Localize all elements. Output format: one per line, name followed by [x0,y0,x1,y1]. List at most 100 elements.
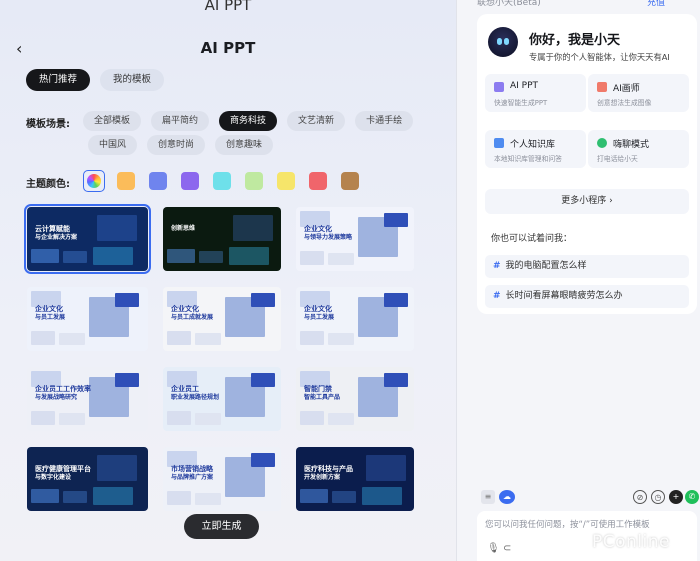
scene-chip-all[interactable]: 全部模板 [83,111,142,131]
template-title: 市场营销战略 与品牌推广方案 [171,465,213,481]
template-card[interactable]: 企业文化 与员工发展 [27,287,148,351]
template-card[interactable]: 医疗科技与产品 开发创新方案 [296,447,414,511]
question-text: 长时间看屏幕眼睛疲劳怎么办 [505,291,623,301]
template-title-line: 市场营销战略 [171,465,213,473]
template-card[interactable]: 市场营销战略 与品牌推广方案 [163,447,281,511]
template-preview-block [384,213,408,227]
chat-input[interactable] [485,518,690,532]
color-swatch[interactable] [117,172,135,190]
template-title-line: 与数字化建设 [35,473,72,481]
template-card[interactable]: 企业员工 职业发展路径规划 [163,367,281,431]
color-label: 主题颜色: [26,179,70,190]
template-preview-block [332,491,356,503]
template-card[interactable]: 企业文化 与领导力发展策略 [296,207,414,271]
link-icon[interactable]: ⊘ [633,490,647,504]
template-title-line: 医疗科技与产品 [304,465,353,473]
phone-icon[interactable]: ✆ [685,490,699,504]
template-preview-block [195,333,221,345]
page-title: AI PPT [200,39,256,57]
color-swatch[interactable] [309,172,327,190]
scene-chip-art[interactable]: 文艺清新 [287,111,346,131]
scene-chip-creative-fun[interactable]: 创意趣味 [215,135,274,155]
suggested-question[interactable]: # 我的电脑配置怎么样 [485,255,689,278]
template-preview-block [362,487,402,505]
template-preview-block [233,215,273,241]
window-title: AI PPT [204,0,252,14]
feature-name: AI画师 [613,84,640,94]
template-card[interactable]: 智能门禁 智能工具产品 [296,367,414,431]
color-swatch[interactable] [277,172,295,190]
template-card[interactable]: 企业文化 与员工成就发展 [163,287,281,351]
template-title-line: 与企业解决方案 [35,233,78,241]
theme-color-picker [83,170,359,192]
template-title-line: 智能工具产品 [304,393,341,401]
template-card[interactable]: 企业员工工作效率 与发展战略研究 [27,367,148,431]
color-swatch-all[interactable] [83,170,105,192]
scene-chip-chinese[interactable]: 中国风 [88,135,138,155]
template-preview-block [300,489,328,503]
template-preview-block [93,487,133,505]
template-card[interactable]: 医疗健康管理平台 与数字化建设 [27,447,148,511]
template-title-line: 企业文化 [35,305,63,313]
template-title: 创新思维 [171,225,195,233]
template-title-line: 创新思维 [171,225,196,232]
paint-icon [597,82,607,92]
template-preview-block [115,293,139,307]
template-title-line: 企业文化 [304,225,332,233]
scene-label: 模板场景: [26,119,70,130]
feature-chat-mode[interactable]: 嗨聊模式 打电话给小天 [588,130,689,168]
scene-chip-creative-fashion[interactable]: 创意时尚 [147,135,206,155]
template-preview-block [229,247,269,265]
template-title: 医疗健康管理平台 与数字化建设 [35,465,91,481]
template-card[interactable]: 企业文化 与员工发展 [296,287,414,351]
generate-button[interactable]: 立即生成 [184,514,259,539]
template-title-line: 医疗健康管理平台 [35,465,91,473]
tab-my-templates[interactable]: 我的模板 [100,69,165,91]
microphone-icon[interactable]: 🎙 [487,543,500,554]
tab-hot[interactable]: 热门推荐 [26,69,91,91]
more-apps-button[interactable]: 更多小程序 › [485,189,689,214]
color-swatch[interactable] [245,172,263,190]
scene-chip-flat[interactable]: 扁平简约 [151,111,210,131]
scene-chip-cartoon[interactable]: 卡通手绘 [355,111,414,131]
scene-chip-business-tech[interactable]: 商务科技 [219,111,278,131]
color-swatch[interactable] [181,172,199,190]
paperclip-icon[interactable]: ⊂ [503,543,511,554]
color-swatch[interactable] [149,172,167,190]
try-asking-label: 你也可以试着问我： [491,234,573,244]
template-card[interactable]: 创新思维 [163,207,281,271]
color-swatch[interactable] [213,172,231,190]
template-preview-block [31,489,59,503]
template-title-line: 企业员工 [171,385,199,393]
cloud-icon[interactable]: ☁ [499,490,515,504]
scene-chips-row2: 中国风 创意时尚 创意趣味 [88,135,274,155]
color-swatch[interactable] [341,172,359,190]
template-preview-block [97,455,137,481]
recharge-link[interactable]: 充值 [647,0,665,8]
rainbow-icon [87,174,101,188]
template-icon[interactable]: ≡ [481,490,495,504]
template-card[interactable]: 云计算赋能 与企业解决方案 [24,204,151,274]
template-preview-block [328,253,354,265]
template-preview-block [59,333,85,345]
template-title-line: 企业文化 [304,305,332,313]
clock-icon[interactable]: ◷ [651,490,665,504]
template-title: 医疗科技与产品 开发创新方案 [304,465,353,481]
suggested-question[interactable]: # 长时间看屏幕眼睛疲劳怎么办 [485,285,689,308]
template-preview-block [63,251,87,263]
feature-knowledge-base[interactable]: 个人知识库 本地知识库管理和问答 [485,130,586,168]
template-title-line: 开发创新方案 [304,473,341,481]
feature-ai-painter[interactable]: AI画师 创意想法生成图像 [588,74,689,112]
subtitle: 专属于你的个人智能体，让你天天有AI [529,52,670,62]
greeting: 你好，我是小天 [529,33,621,48]
template-title: 企业文化 与员工发展 [304,305,334,321]
feature-ai-ppt[interactable]: AI PPT 快速智能生成PPT [485,74,586,112]
avatar [488,27,518,57]
template-preview-block [31,411,55,425]
template-preview-block [251,293,275,307]
scene-chips-row1: 全部模板 扁平简约 商务科技 文艺清新 卡通手绘 [83,111,414,131]
add-icon[interactable]: + [669,490,683,504]
template-preview-block [199,251,223,263]
template-preview-block [300,411,324,425]
template-preview-block [384,293,408,307]
